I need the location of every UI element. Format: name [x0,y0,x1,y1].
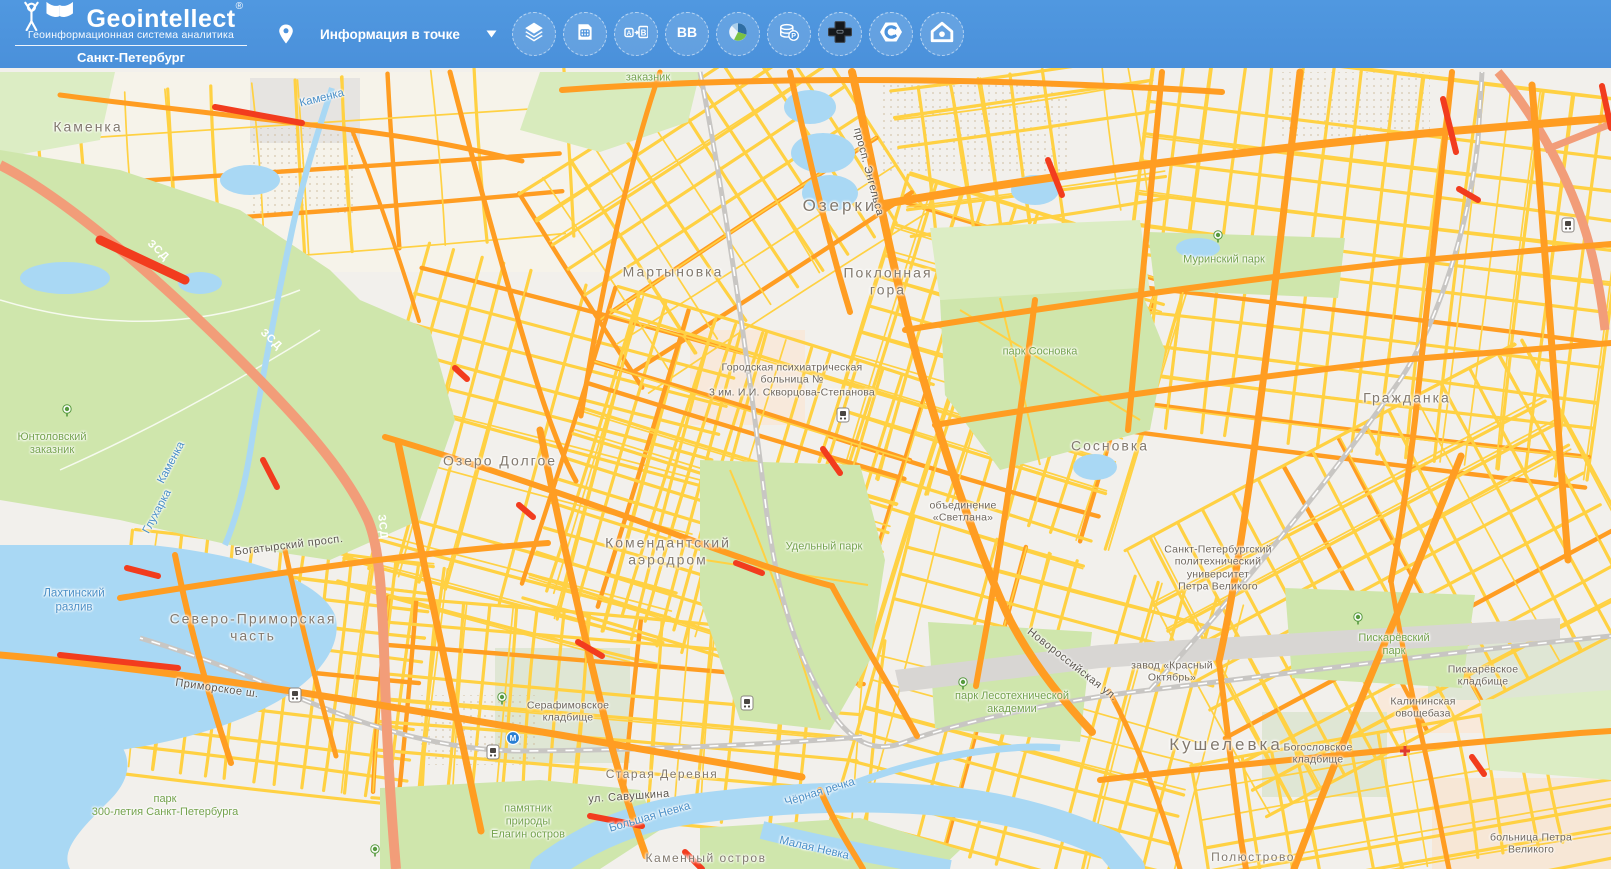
route-ab-button[interactable]: AB [614,12,658,56]
home-icon [930,21,954,48]
svg-text:A: A [627,29,632,36]
app-header: Geointellect® Геоинформационная система … [0,0,1611,68]
chevron-down-icon [486,30,497,38]
registered-mark: ® [236,1,244,12]
layers-icon [523,21,545,48]
route-ab-icon: AB [624,21,648,48]
railway-station-icon [837,408,849,422]
cross-button[interactable] [818,12,862,56]
cross-icon [828,20,852,49]
coins-ruble-icon: Р [778,21,800,48]
svg-text:Р: Р [792,32,797,40]
sim-card-button[interactable] [563,12,607,56]
pie-chart-button[interactable] [716,12,760,56]
railway-station-icon [741,696,753,710]
logo-figure-icon [19,1,81,31]
logo-book-icon [46,2,72,17]
point-info-dropdown[interactable]: Информация в точке [276,23,497,45]
app-logo[interactable]: Geointellect® Геоинформационная система … [0,3,262,65]
pie-chart-icon [727,21,749,48]
current-city: Санкт-Петербург [77,50,185,65]
brand-tagline: Геоинформационная система аналитика [28,29,234,41]
hex-magnet-button[interactable] [869,12,913,56]
svg-text:BB: BB [677,24,697,40]
point-info-label: Информация в точке [320,27,460,42]
railway-station-icon [487,745,499,759]
bb-button[interactable]: BB [665,12,709,56]
logo-divider [15,45,247,46]
railway-station-icon [1562,218,1574,232]
location-pin-icon [276,23,296,45]
map-toolbar: ABBBР [509,12,968,56]
hex-magnet-icon [879,21,903,48]
metro-station-icon: М [507,732,520,745]
layers-button[interactable] [512,12,556,56]
svg-text:B: B [641,28,647,37]
home-button[interactable] [920,12,964,56]
sim-card-icon [574,21,596,48]
map-canvas[interactable]: М КаменказаказникОзеркиМартыновкаПоклонн… [0,0,1611,869]
svg-text:М: М [510,734,517,743]
railway-station-icon [289,688,301,702]
coins-ruble-button[interactable]: Р [767,12,811,56]
bb-icon: BB [674,21,700,48]
